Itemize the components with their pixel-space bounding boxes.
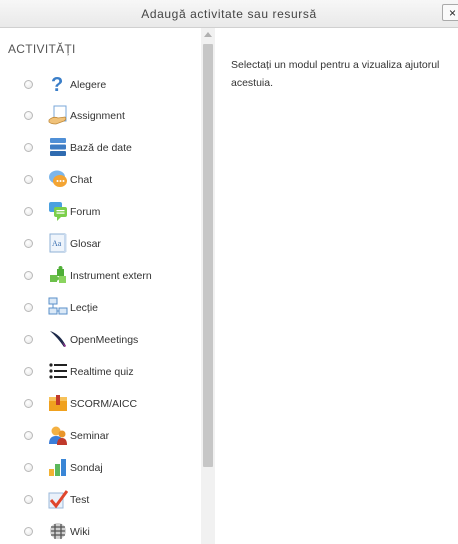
module-item-instrument-extern[interactable]: Instrument extern xyxy=(0,262,200,292)
module-label: Sondaj xyxy=(70,462,103,474)
module-label: Bază de date xyxy=(70,142,132,154)
module-label: Realtime quiz xyxy=(70,366,134,378)
users-icon xyxy=(48,424,68,446)
glossary-book-icon: Aa xyxy=(48,232,68,254)
radio-button[interactable] xyxy=(24,463,33,472)
module-label: Wiki xyxy=(70,526,90,538)
module-item-forum[interactable]: Forum xyxy=(0,198,200,228)
module-label: Glosar xyxy=(70,238,101,250)
package-icon xyxy=(48,392,68,414)
radio-button[interactable] xyxy=(24,175,33,184)
list-scrollbar[interactable] xyxy=(201,28,215,544)
module-label: Alegere xyxy=(70,79,107,91)
module-item-assignment[interactable]: Assignment xyxy=(0,102,200,132)
help-text: Selectați un modul pentru a vizualiza aj… xyxy=(231,59,440,89)
svg-text:?: ? xyxy=(51,74,63,95)
radio-button[interactable] xyxy=(24,527,33,536)
module-item-openmeetings[interactable]: OpenMeetings xyxy=(0,326,200,356)
section-label-activities: ACTIVITĂȚI xyxy=(8,42,76,56)
module-label: SCORM/AICC xyxy=(70,398,138,410)
module-item-lectie[interactable]: Lecție xyxy=(0,294,200,324)
module-item-baza-de-date[interactable]: Bază de date xyxy=(0,134,200,164)
scroll-up-arrow-icon[interactable] xyxy=(204,32,212,37)
radio-button[interactable] xyxy=(24,303,33,312)
radio-button[interactable] xyxy=(24,399,33,408)
database-icon xyxy=(48,136,68,158)
forum-icon xyxy=(48,200,68,222)
radio-button[interactable] xyxy=(24,143,33,152)
module-item-sondaj[interactable]: Sondaj xyxy=(0,454,200,484)
assignment-hand-icon xyxy=(48,104,68,126)
radio-button[interactable] xyxy=(24,239,33,248)
radio-button[interactable] xyxy=(24,111,33,120)
svg-text:Aa: Aa xyxy=(52,239,62,248)
radio-button[interactable] xyxy=(24,207,33,216)
module-label: Forum xyxy=(70,206,101,218)
module-item-seminar[interactable]: Seminar xyxy=(0,422,200,452)
module-label: Test xyxy=(70,494,90,506)
module-item-test[interactable]: Test xyxy=(0,486,200,516)
module-chooser-list: ACTIVITĂȚI ? Alegere Assignment Bază de … xyxy=(0,28,218,544)
radio-button[interactable] xyxy=(24,335,33,344)
checkmark-icon xyxy=(48,488,68,510)
radio-button[interactable] xyxy=(24,271,33,280)
module-label: Instrument extern xyxy=(70,270,152,282)
module-label: Seminar xyxy=(70,430,110,442)
dialog-header: Adaugă activitate sau resursă × xyxy=(0,0,458,28)
module-item-alegere[interactable]: ? Alegere xyxy=(0,71,200,101)
feather-icon xyxy=(48,328,68,350)
module-item-wiki[interactable]: Wiki xyxy=(0,518,200,544)
module-label: OpenMeetings xyxy=(70,334,139,346)
bar-chart-icon xyxy=(48,456,68,478)
module-item-scorm-aicc[interactable]: SCORM/AICC xyxy=(0,390,200,420)
puzzle-icon xyxy=(48,264,68,286)
module-item-chat[interactable]: Chat xyxy=(0,166,200,196)
module-label: Lecție xyxy=(70,302,99,314)
module-label: Assignment xyxy=(70,110,125,122)
question-mark-icon: ? xyxy=(48,73,68,95)
module-item-glosar[interactable]: Aa Glosar xyxy=(0,230,200,260)
wiki-icon xyxy=(48,520,68,542)
module-label: Chat xyxy=(70,174,93,186)
radio-button[interactable] xyxy=(24,367,33,376)
list-icon xyxy=(48,360,68,382)
chat-bubbles-icon xyxy=(48,168,68,190)
scroll-thumb[interactable] xyxy=(203,44,213,467)
radio-button[interactable] xyxy=(24,80,33,89)
lesson-flow-icon xyxy=(48,296,68,318)
radio-button[interactable] xyxy=(24,495,33,504)
close-button[interactable]: × xyxy=(442,4,458,21)
dialog-title: Adaugă activitate sau resursă xyxy=(141,7,317,21)
module-item-realtime-quiz[interactable]: Realtime quiz xyxy=(0,358,200,388)
radio-button[interactable] xyxy=(24,431,33,440)
